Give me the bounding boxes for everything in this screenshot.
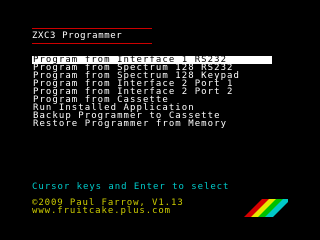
title-rule-bottom [32, 43, 152, 44]
instruction-hint: Cursor keys and Enter to select [32, 182, 230, 192]
zx-spectrum-rainbow-stripes-icon [244, 199, 288, 217]
main-menu: Program from Interface 1 RS232 Program f… [32, 56, 272, 129]
website-url: www.fruitcake.plus.com [32, 206, 172, 216]
programmer-screen: ZXC3 Programmer Program from Interface 1… [0, 0, 320, 240]
page-title: ZXC3 Programmer [32, 31, 123, 41]
title-rule-top [32, 28, 152, 29]
menu-item-restore-from-memory[interactable]: Restore Programmer from Memory [32, 120, 272, 129]
